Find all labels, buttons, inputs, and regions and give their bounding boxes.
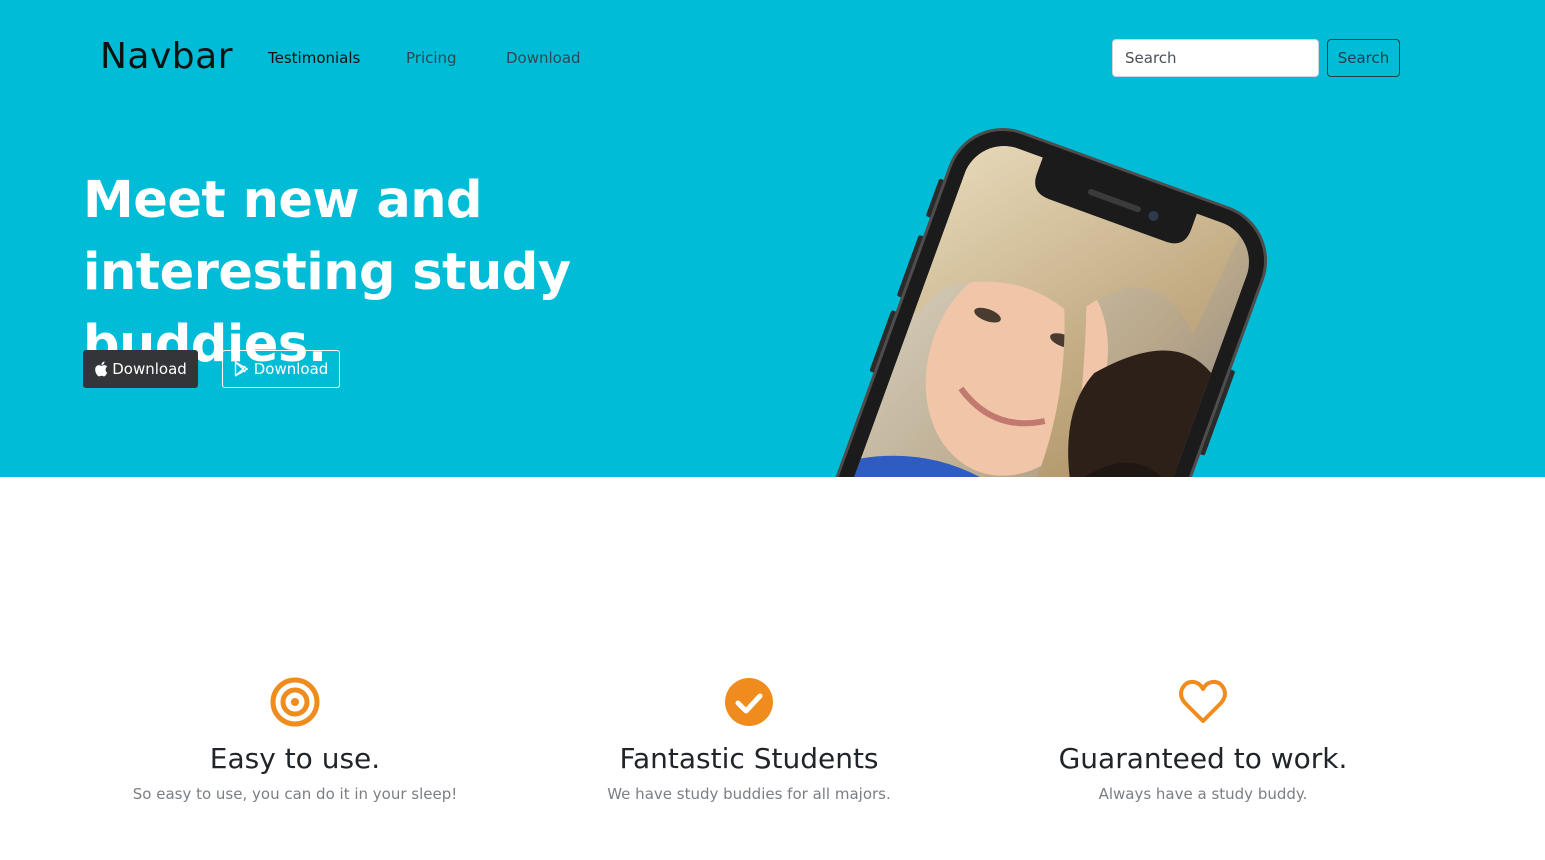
apple-icon	[95, 361, 108, 377]
google-play-download-button[interactable]: Download	[222, 350, 340, 388]
nav-link-download[interactable]: Download	[506, 49, 581, 67]
apple-download-button[interactable]: Download	[83, 350, 198, 388]
search-input[interactable]	[1112, 39, 1319, 77]
navbar-brand[interactable]: Navbar	[100, 36, 233, 77]
feature-text: We have study buddies for all majors.	[607, 785, 891, 803]
feature-text: So easy to use, you can do it in your sl…	[132, 785, 458, 803]
hero-title: Meet new and interesting study buddies.	[83, 171, 571, 374]
apple-download-label: Download	[112, 360, 187, 378]
nav-link-pricing[interactable]: Pricing	[406, 49, 457, 67]
feature-title: Easy to use.	[209, 742, 381, 775]
phone-mockup	[757, 120, 1320, 477]
bullseye-icon	[270, 677, 320, 727]
feature-title: Guaranteed to work.	[1058, 742, 1348, 775]
phone-illustration	[757, 128, 1268, 477]
feature-fantastic-students: Fantastic Students We have study buddies…	[539, 676, 959, 803]
feature-easy-to-use: Easy to use. So easy to use, you can do …	[85, 676, 505, 803]
heart-icon	[1179, 679, 1227, 723]
google-play-download-label: Download	[253, 360, 329, 378]
google-play-icon	[234, 361, 248, 377]
hero-section: Navbar Testimonials Pricing Download Sea…	[0, 0, 1545, 477]
nav-link-testimonials[interactable]: Testimonials	[268, 49, 360, 67]
check-circle-icon	[725, 678, 773, 726]
search-button[interactable]: Search	[1327, 39, 1400, 77]
feature-title: Fantastic Students	[619, 742, 879, 775]
feature-text: Always have a study buddy.	[1098, 785, 1308, 803]
feature-guaranteed: Guaranteed to work. Always have a study …	[993, 676, 1413, 803]
